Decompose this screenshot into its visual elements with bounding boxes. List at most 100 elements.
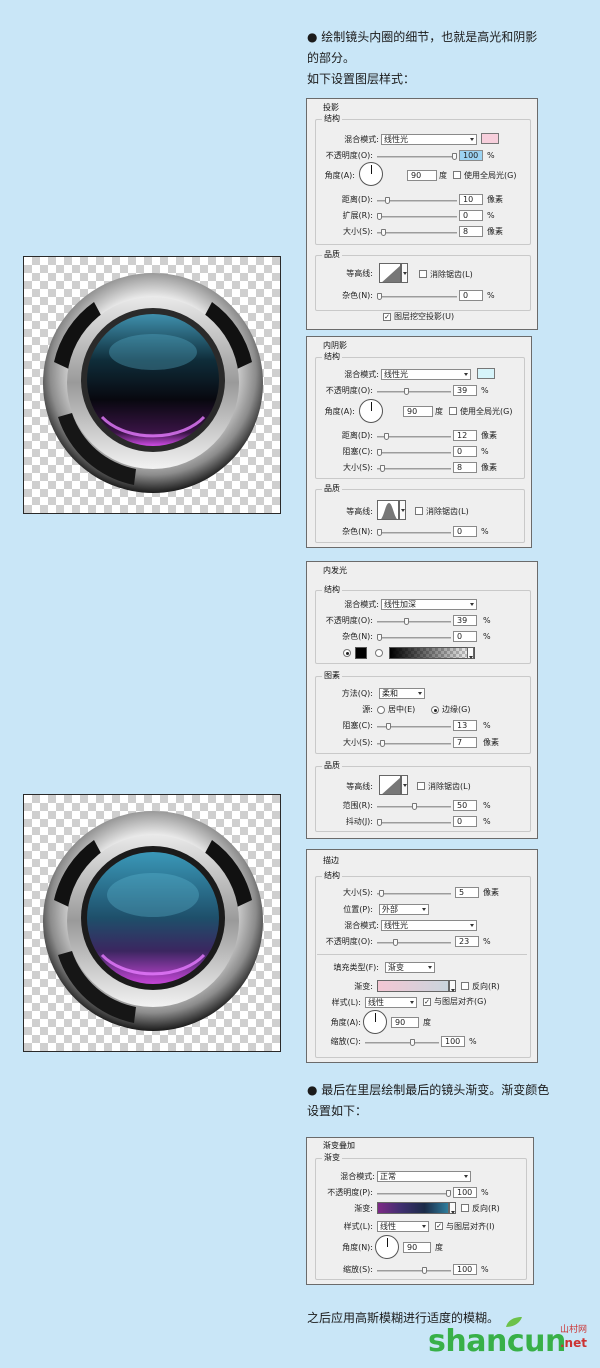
position-select[interactable]: 外部 [379,904,429,915]
scale-input[interactable]: 100 [453,1264,477,1275]
solid-color-radio[interactable] [343,649,351,657]
slider-thumb[interactable] [380,465,385,472]
distance-input[interactable]: 10 [459,194,483,205]
glow-gradient-picker[interactable] [389,647,475,659]
anti-alias-checkbox[interactable] [417,782,425,790]
size-slider[interactable] [377,740,451,747]
choke-input[interactable]: 13 [453,720,477,731]
slider-thumb[interactable] [412,803,417,810]
opacity-slider[interactable] [377,1190,451,1197]
shadow-color-swatch[interactable] [477,368,495,379]
slider-thumb[interactable] [410,1039,415,1046]
scale-input[interactable]: 100 [441,1036,465,1047]
reverse-checkbox[interactable] [461,1204,469,1212]
method-select[interactable]: 柔和 [379,688,425,699]
angle-input[interactable]: 90 [403,1242,431,1253]
opacity-input[interactable]: 39 [453,385,477,396]
angle-dial[interactable] [359,399,383,423]
noise-input[interactable]: 0 [459,290,483,301]
overlay-gradient-picker[interactable] [377,1202,449,1214]
slider-thumb[interactable] [446,1190,451,1197]
opacity-input[interactable]: 100 [459,150,483,161]
source-edge-radio[interactable] [431,706,439,714]
gradient-dropdown[interactable] [467,647,474,659]
blend-mode-select[interactable]: 线性光 [381,134,477,145]
glow-color-swatch[interactable] [355,647,367,659]
opacity-slider[interactable] [377,388,451,395]
spread-slider[interactable] [377,213,457,220]
choke-slider[interactable] [377,449,451,456]
slider-thumb[interactable] [452,153,457,160]
contour-preview[interactable] [379,263,401,283]
global-light-checkbox[interactable] [449,407,457,415]
angle-input[interactable]: 90 [407,170,437,181]
range-input[interactable]: 50 [453,800,477,811]
blend-mode-select[interactable]: 正常 [377,1171,471,1182]
global-light-checkbox[interactable] [453,171,461,179]
opacity-slider[interactable] [377,153,457,160]
opacity-input[interactable]: 23 [455,936,479,947]
opacity-slider[interactable] [377,618,451,625]
style-select[interactable]: 线性 [377,1221,429,1232]
source-center-radio[interactable] [377,706,385,714]
choke-slider[interactable] [377,723,451,730]
jitter-input[interactable]: 0 [453,816,477,827]
align-layer-checkbox[interactable]: ✓ [435,1222,443,1230]
scale-slider[interactable] [377,1267,451,1274]
noise-input[interactable]: 0 [453,631,477,642]
slider-thumb[interactable] [384,433,389,440]
blend-mode-select[interactable]: 线性光 [381,920,477,931]
slider-thumb[interactable] [377,529,382,536]
angle-dial[interactable] [359,162,383,186]
opacity-input[interactable]: 100 [453,1187,477,1198]
slider-thumb[interactable] [386,723,391,730]
noise-slider[interactable] [377,634,451,641]
gradient-dropdown[interactable] [449,980,456,992]
contour-dropdown[interactable] [401,775,408,795]
contour-preview[interactable] [379,775,401,795]
size-input[interactable]: 5 [455,887,479,898]
angle-dial[interactable] [363,1010,387,1034]
slider-thumb[interactable] [381,229,386,236]
slider-thumb[interactable] [385,197,390,204]
choke-input[interactable]: 0 [453,446,477,457]
slider-thumb[interactable] [377,293,382,300]
align-layer-checkbox[interactable]: ✓ [423,998,431,1006]
size-slider[interactable] [377,890,451,897]
range-slider[interactable] [377,803,451,810]
angle-input[interactable]: 90 [391,1017,419,1028]
contour-dropdown[interactable] [399,500,406,520]
slider-thumb[interactable] [422,1267,427,1274]
size-input[interactable]: 8 [459,226,483,237]
slider-thumb[interactable] [377,819,382,826]
noise-input[interactable]: 0 [453,526,477,537]
anti-alias-checkbox[interactable] [415,507,423,515]
blend-mode-select[interactable]: 线性光 [381,369,471,380]
gradient-dropdown[interactable] [449,1202,456,1214]
fill-type-select[interactable]: 渐变 [385,962,435,973]
slider-thumb[interactable] [404,618,409,625]
slider-thumb[interactable] [377,449,382,456]
slider-thumb[interactable] [393,939,398,946]
knockout-checkbox[interactable]: ✓ [383,313,391,321]
noise-slider[interactable] [377,529,451,536]
spread-input[interactable]: 0 [459,210,483,221]
distance-input[interactable]: 12 [453,430,477,441]
shadow-color-swatch[interactable] [481,133,499,144]
slider-thumb[interactable] [377,634,382,641]
distance-slider[interactable] [377,197,457,204]
stroke-gradient-picker[interactable] [377,980,449,992]
size-input[interactable]: 7 [453,737,477,748]
opacity-slider[interactable] [377,939,451,946]
angle-dial[interactable] [375,1235,399,1259]
slider-thumb[interactable] [377,213,382,220]
noise-slider[interactable] [377,293,457,300]
scale-slider[interactable] [365,1039,439,1046]
slider-thumb[interactable] [380,740,385,747]
style-select[interactable]: 线性 [365,997,417,1008]
gradient-radio[interactable] [375,649,383,657]
reverse-checkbox[interactable] [461,982,469,990]
slider-thumb[interactable] [404,388,409,395]
blend-mode-select[interactable]: 线性加深 [381,599,477,610]
angle-input[interactable]: 90 [403,406,433,417]
